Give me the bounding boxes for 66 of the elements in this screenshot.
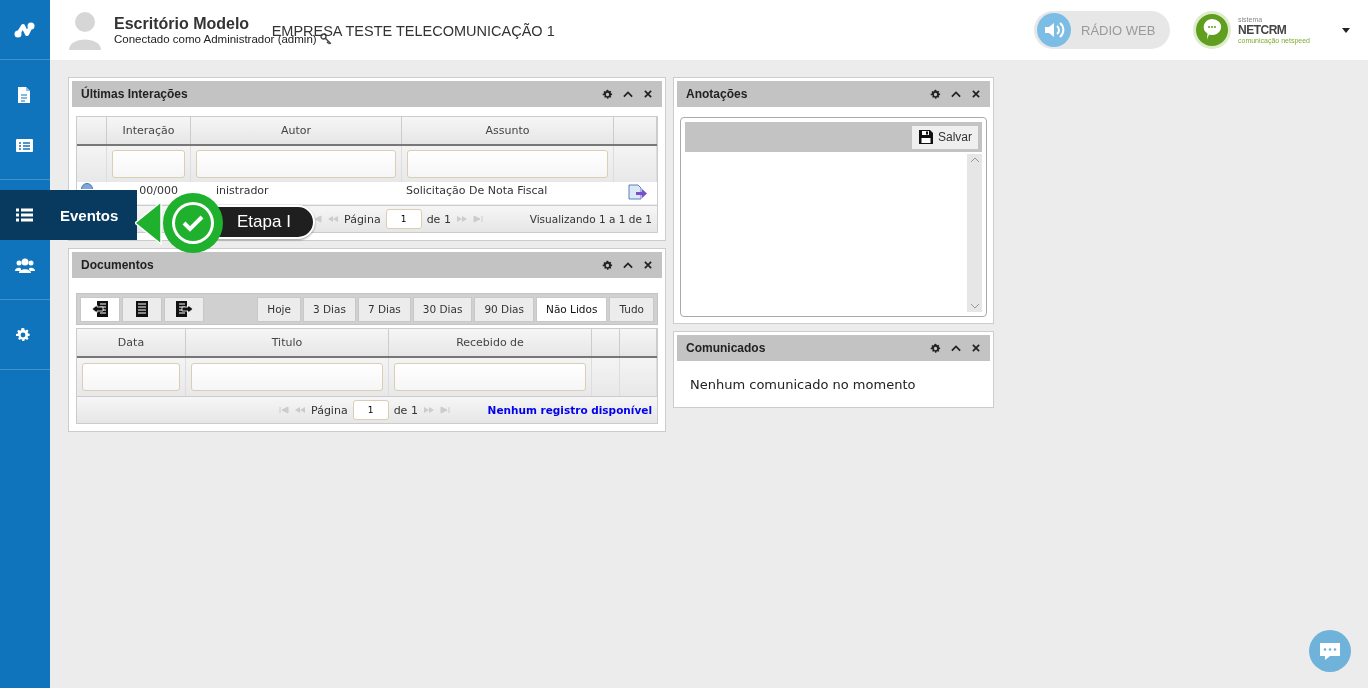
filter-field[interactable] [82,363,180,391]
column-header[interactable]: Recebido de [389,329,592,356]
settings-icon[interactable] [930,88,941,100]
company-name: Escritório Modelo [114,15,250,33]
outbox-icon [175,300,193,318]
page-count: de 1 [393,403,418,417]
filter-tab[interactable]: 90 Dias [474,296,535,322]
settings-icon[interactable] [930,342,941,354]
sidebar-label: Eventos [60,206,119,224]
filter-tab[interactable]: 7 Dias [357,296,411,322]
speaker-icon [1037,13,1071,47]
list-icon [15,206,35,224]
table-cell: inistrador [216,184,269,197]
page-count: de 1 [426,212,451,226]
filter-tab[interactable]: 30 Dias [412,296,473,322]
filter-field[interactable] [112,150,185,178]
table-cell: Solicitação De Nota Fiscal [406,184,548,197]
column-header[interactable]: Interação [107,117,191,144]
status-icon [81,183,93,189]
column-header[interactable]: Data [77,329,186,356]
filter-tab[interactable]: Não Lidos [536,296,608,322]
filter-field[interactable] [407,150,608,178]
page-label: Página [311,403,348,417]
filter-field[interactable] [191,363,383,391]
panel-title: Anotações [686,87,748,101]
column-header[interactable]: Autor [191,117,402,144]
users-icon [15,256,35,274]
inbox-icon [91,300,109,318]
settings-icon [15,327,31,343]
sidebar-item[interactable]: Eventos [0,190,137,240]
settings-icon[interactable] [602,88,613,100]
list-card-icon [15,136,35,154]
records-summary: Visualizando 1 a 1 de 1 [529,213,652,225]
filter-tab[interactable]: Tudo [609,296,654,322]
brand-name: NETCRM [1238,23,1288,37]
table-cell: 00/000 [139,184,178,197]
chat-bubble-icon [1192,10,1232,50]
first-page-icon[interactable] [312,215,322,223]
page-number-field[interactable]: 1 [352,400,389,420]
panel-title: Últimas Interações [81,87,188,101]
close-icon[interactable] [971,89,981,99]
filter-tab[interactable]: Hoje [257,296,301,322]
close-icon[interactable] [971,343,981,353]
column-header[interactable]: Titulo [186,329,389,356]
filter-field[interactable] [394,363,586,391]
filter-tab[interactable]: 3 Dias [302,296,356,322]
empty-message: Nenhum registro disponível [487,404,652,416]
page-label: Página [344,212,381,226]
empty-message: Nenhum comunicado no momento [689,376,917,394]
open-document-icon[interactable] [627,184,648,200]
panel-title: Documentos [81,258,154,272]
avatar-icon [68,10,102,50]
toolbar-button[interactable] [164,296,204,322]
close-icon[interactable] [643,260,653,270]
settings-icon[interactable] [602,259,613,271]
close-icon[interactable] [643,89,653,99]
panel-title: Comunicados [686,341,766,355]
save-button[interactable]: Salvar [912,125,978,149]
caret-icon[interactable] [1342,27,1350,33]
page-number-field[interactable]: 1 [385,209,422,229]
logo-icon[interactable] [14,21,36,38]
column-header[interactable]: Assunto [402,117,614,144]
document-list-icon [133,300,151,318]
filter-field[interactable] [196,150,396,178]
toolbar-button[interactable] [80,296,120,322]
toolbar-button[interactable] [122,296,162,322]
